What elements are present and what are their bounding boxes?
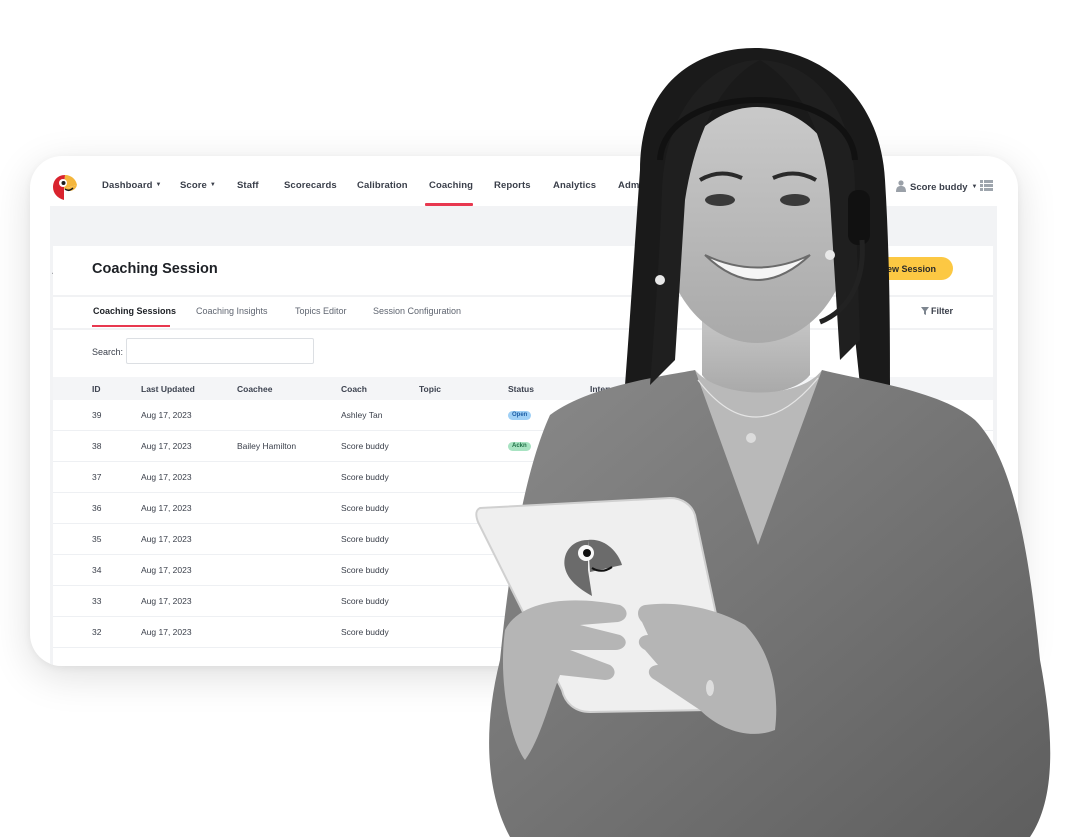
- cell-coach: Score buddy: [341, 627, 389, 637]
- cell-coach: Score buddy: [341, 534, 389, 544]
- tab-coaching-sessions[interactable]: Coaching Sessions: [93, 306, 176, 316]
- cell-last-updated: Aug 17, 2023: [141, 410, 192, 420]
- column-header-last-updated[interactable]: Last Updated: [141, 384, 195, 394]
- cell-id: 37: [92, 472, 102, 482]
- table-row[interactable]: 37 Aug 17, 2023 Score buddy: [53, 462, 993, 493]
- nav-dashboard[interactable]: Dashboard ▼: [102, 180, 162, 191]
- caret-down-icon: ▼: [971, 184, 978, 190]
- tab-coaching-insights[interactable]: Coaching Insights: [196, 306, 268, 316]
- cell-id: 38: [92, 441, 102, 451]
- column-header-coachee[interactable]: Coachee: [237, 384, 272, 394]
- cell-last-updated: Aug 17, 2023: [141, 534, 192, 544]
- ring: [706, 680, 714, 696]
- nav-coaching[interactable]: Coaching: [429, 180, 473, 191]
- table-row[interactable]: 34 Aug 17, 2023 Score buddy: [53, 555, 993, 586]
- nav-score[interactable]: Score ▼: [180, 180, 216, 191]
- cell-last-updated: Aug 17, 2023: [141, 596, 192, 606]
- filter-icon: [921, 307, 929, 315]
- status-badge: Open: [508, 411, 532, 420]
- nav-dashboard-label: Dashboard: [102, 180, 153, 191]
- filter-label: Filter: [931, 306, 954, 316]
- caret-down-icon: ▼: [209, 182, 216, 188]
- nav-staff[interactable]: Staff: [237, 180, 259, 191]
- table-row[interactable]: 33 Aug 17, 2023 Score buddy: [53, 586, 993, 617]
- column-header-id[interactable]: ID: [92, 384, 101, 394]
- filter-button[interactable]: Filter: [921, 306, 953, 316]
- cell-last-updated: Aug 17, 2023: [141, 565, 192, 575]
- search-label: Search:: [92, 347, 124, 357]
- page-title: Coaching Session: [92, 261, 218, 277]
- user-name: Score buddy: [910, 182, 968, 193]
- column-header-interval[interactable]: Interval: [590, 384, 620, 394]
- table-row[interactable]: 36 Aug 17, 2023 Score buddy: [53, 493, 993, 524]
- cell-last-updated: Aug 17, 2023: [141, 472, 192, 482]
- table-row[interactable]: 35 Aug 17, 2023 Score buddy: [53, 524, 993, 555]
- user-menu[interactable]: Score buddy ▼: [896, 180, 978, 193]
- cell-id: 34: [92, 565, 102, 575]
- coaching-session-card: Coaching Session New Session Coaching Se…: [53, 246, 993, 666]
- parrot-logo-icon[interactable]: [51, 173, 79, 201]
- cell-coach: Score buddy: [341, 441, 389, 451]
- header-divider: [53, 295, 993, 297]
- cell-last-updated: Aug 17, 2023: [141, 441, 192, 451]
- tabs-divider: [53, 328, 993, 330]
- cell-last-updated: Aug 17, 2023: [141, 503, 192, 513]
- cell-id: 35: [92, 534, 102, 544]
- caret-down-icon: ▼: [155, 182, 162, 188]
- top-navbar: Dashboard ▼ Score ▼ Staff Scorecards Calib…: [30, 156, 1018, 206]
- cell-id: 36: [92, 503, 102, 513]
- nav-analytics[interactable]: Analytics: [553, 180, 596, 191]
- status-badge: Ackn: [508, 442, 531, 451]
- column-header-topic[interactable]: Topic: [419, 384, 441, 394]
- cell-coach: Score buddy: [341, 472, 389, 482]
- nav-reports[interactable]: Reports: [494, 180, 531, 191]
- cell-coach: Score buddy: [341, 596, 389, 606]
- table-row[interactable]: 39 Aug 17, 2023 Ashley Tan Open: [53, 400, 993, 431]
- active-tab-indicator: [92, 325, 170, 327]
- nav-calibration[interactable]: Calibration: [357, 180, 408, 191]
- column-header-coach[interactable]: Coach: [341, 384, 367, 394]
- search-input[interactable]: [126, 338, 314, 364]
- nav-inbox-partial[interactable]: ox: [872, 180, 883, 191]
- list-menu-icon[interactable]: [980, 180, 993, 191]
- content-area: /Coaching/Coaching Sessions Coaching Ses…: [50, 206, 997, 666]
- table-header: ID Last Updated Coachee Coach Topic Stat…: [53, 377, 993, 400]
- nav-score-label: Score: [180, 180, 207, 191]
- user-icon: [896, 180, 906, 192]
- headset-band: [657, 97, 858, 161]
- cell-id: 33: [92, 596, 102, 606]
- nav-scorecards[interactable]: Scorecards: [284, 180, 337, 191]
- cell-id: 39: [92, 410, 102, 420]
- app-window: Dashboard ▼ Score ▼ Staff Scorecards Calib…: [30, 156, 1018, 666]
- column-header-status[interactable]: Status: [508, 384, 534, 394]
- cell-id: 32: [92, 627, 102, 637]
- table-row[interactable]: 38 Aug 17, 2023 Bailey Hamilton Score buddy…: [53, 431, 993, 462]
- cell-last-updated: Aug 17, 2023: [141, 627, 192, 637]
- nav-admin[interactable]: Admin: [618, 180, 648, 191]
- cell-coach: Score buddy: [341, 565, 389, 575]
- cell-coach: Ashley Tan: [341, 410, 383, 420]
- tab-session-configuration[interactable]: Session Configuration: [373, 306, 461, 316]
- cell-coachee: Bailey Hamilton: [237, 441, 297, 451]
- tab-topics-editor[interactable]: Topics Editor: [295, 306, 347, 316]
- table-row[interactable]: 32 Aug 17, 2023 Score buddy: [53, 617, 993, 648]
- new-session-button[interactable]: New Session: [851, 257, 953, 280]
- cell-coach: Score buddy: [341, 503, 389, 513]
